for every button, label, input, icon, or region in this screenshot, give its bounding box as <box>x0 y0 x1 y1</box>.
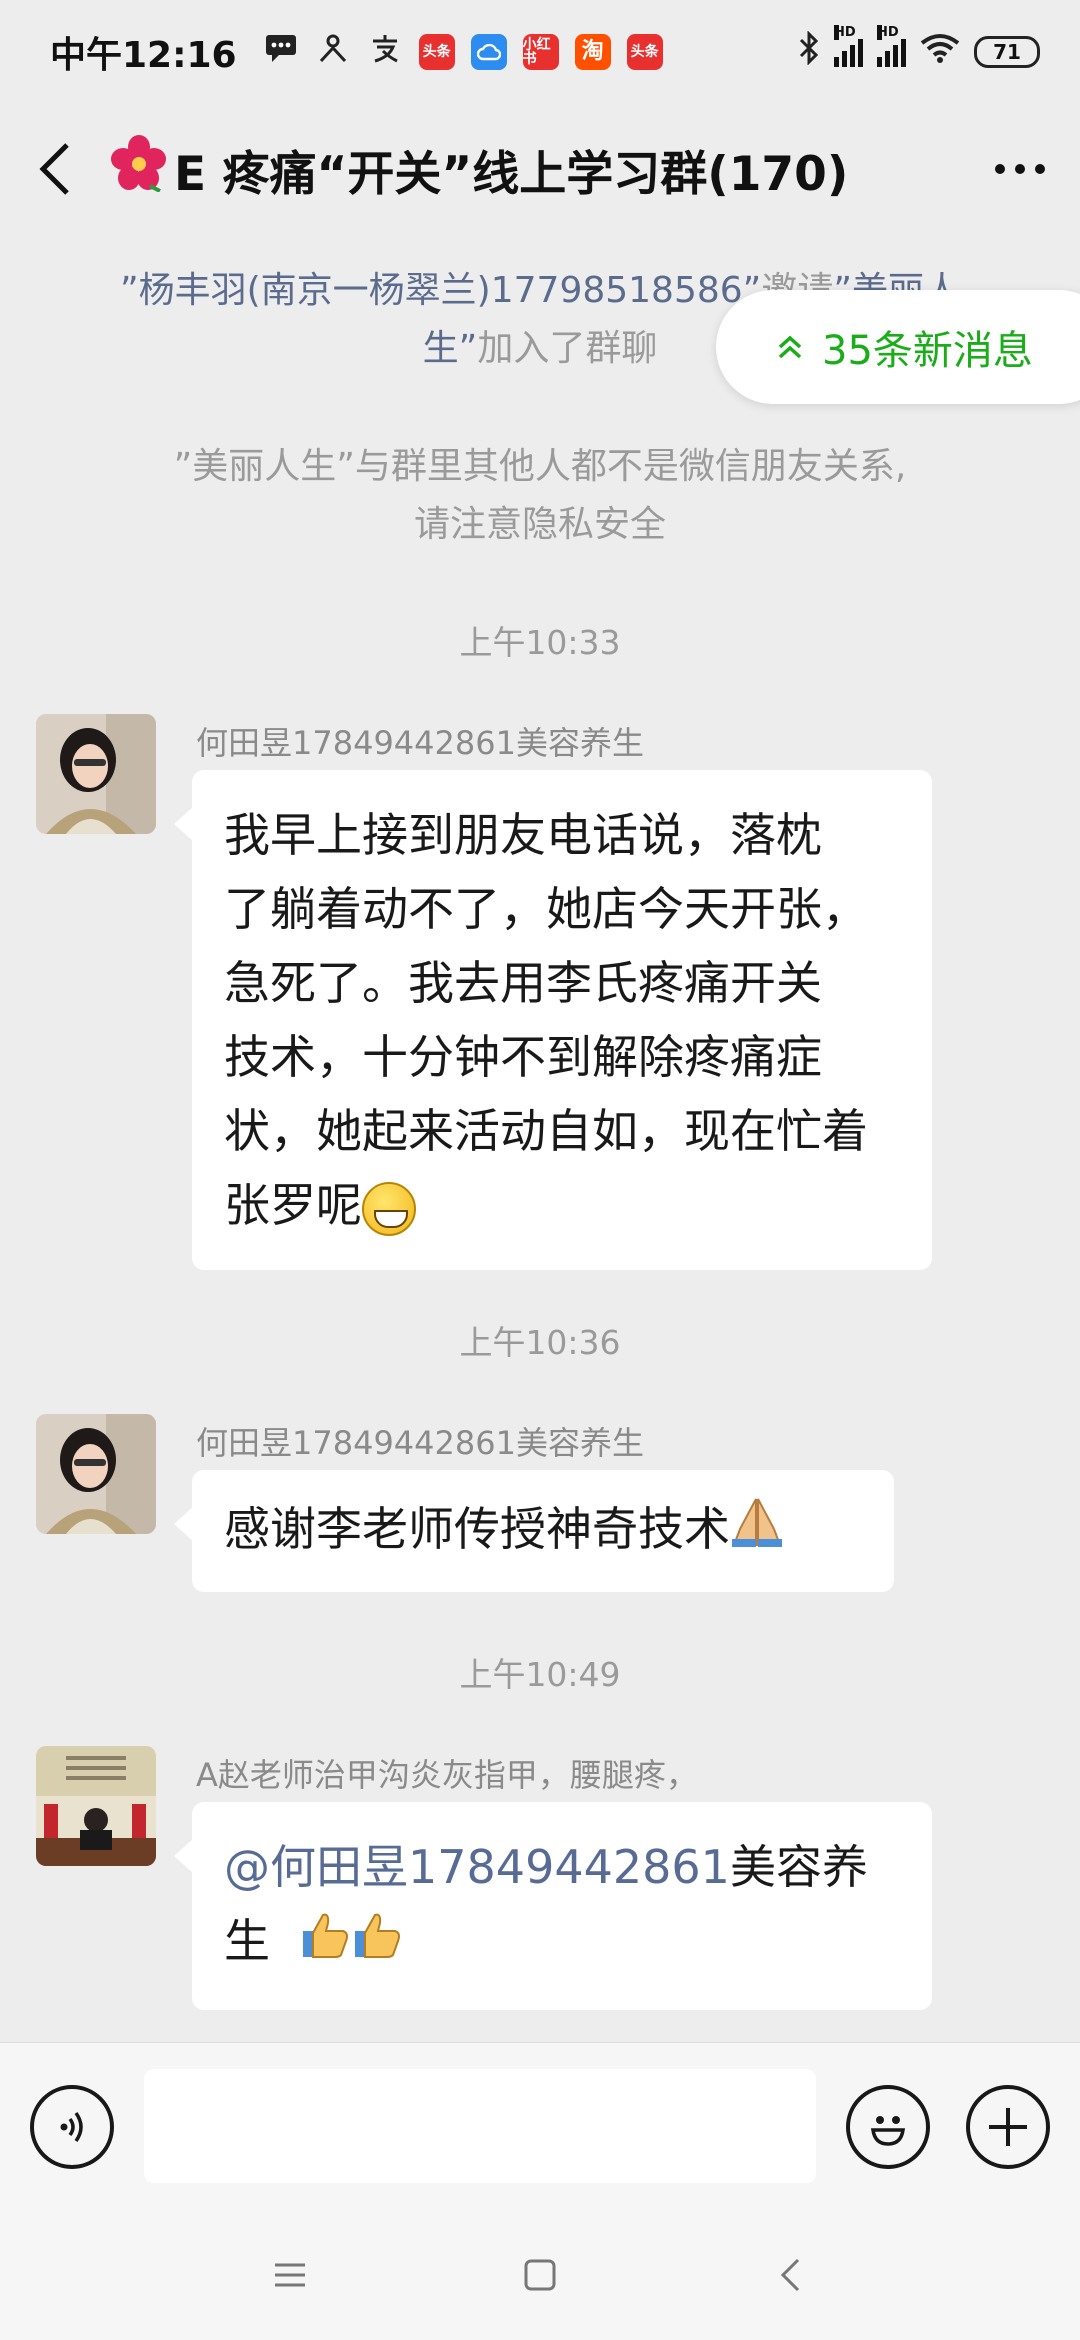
toutiao-badge-icon: 头条 <box>418 34 455 70</box>
nav-back-icon <box>780 2258 800 2292</box>
message-row: 何田昱17849442861美容养生 我早上接到朋友电话说，落枕 了躺着动不了，… <box>36 714 1036 1274</box>
back-button[interactable] <box>0 104 110 234</box>
message-input[interactable] <box>144 2069 816 2183</box>
invite-suffix: 加入了群聊 <box>477 328 658 369</box>
thumbs-up-emoji-icon <box>351 1908 403 1982</box>
message-bubble[interactable]: 感谢李老师传授神奇技术 <box>174 1470 894 1592</box>
message-line: 生 <box>224 1904 900 1982</box>
recent-apps-button[interactable] <box>260 2245 320 2305</box>
nav-back-button[interactable] <box>760 2245 820 2305</box>
message-row: A赵老师治甲沟炎灰指甲，腰腿疼， @何田昱17849442861美容养 生 <box>36 1746 1036 2010</box>
toutiao-badge-2-icon: 头条 <box>626 34 663 70</box>
avatar[interactable] <box>36 714 156 834</box>
input-bar <box>0 2042 1080 2210</box>
inviter-name[interactable]: ”杨丰羽(南京一杨翠兰)17798518586” <box>120 270 761 311</box>
chat-title: E 疼痛“开关”线上学习群(170) <box>110 134 960 204</box>
avatar[interactable] <box>36 1746 156 1866</box>
hibiscus-icon <box>110 134 168 204</box>
privacy-line-1: ”美丽人生”与群里其他人都不是微信朋友关系, <box>173 446 907 487</box>
privacy-notice: ”美丽人生”与群里其他人都不是微信朋友关系, 请注意隐私安全 <box>100 438 980 554</box>
more-functions-button[interactable] <box>966 2085 1050 2169</box>
new-messages-label: 35条新消息 <box>822 328 1033 374</box>
new-messages-button[interactable]: 35条新消息 <box>716 290 1080 404</box>
praying-hands-emoji-icon <box>730 1495 784 1570</box>
signal-1-icon: HD <box>834 25 863 67</box>
more-dot-icon <box>1015 164 1025 174</box>
message-line: 技术，十分钟不到解除疼痛症 <box>224 1030 822 1084</box>
message-icon <box>263 33 299 71</box>
privacy-line-2: 请注意隐私安全 <box>413 504 666 545</box>
message-line: 我早上接到朋友电话说，落枕 <box>224 808 822 862</box>
message-line-last: 张罗呢 <box>224 1168 900 1242</box>
message-text: 张罗呢 <box>224 1178 362 1232</box>
system-nav-bar <box>0 2210 1080 2340</box>
grin-emoji-icon <box>362 1181 416 1236</box>
emoji-button[interactable] <box>846 2085 930 2169</box>
chevron-left-icon <box>39 143 69 195</box>
cloud-badge-icon <box>470 34 507 70</box>
timestamp: 上午10:49 <box>459 1655 621 1694</box>
message-line: 了躺着动不了，她店今天开张， <box>224 882 868 936</box>
message-bubble[interactable]: @何田昱17849442861美容养 生 <box>174 1802 932 2010</box>
taobao-badge-icon: 淘 <box>574 34 611 70</box>
voice-input-button[interactable] <box>30 2085 114 2169</box>
avatar[interactable] <box>36 1414 156 1534</box>
mention-name[interactable]: @何田昱 <box>224 1840 408 1894</box>
message-text: 生 <box>224 1914 270 1968</box>
message-line: @何田昱17849442861美容养 <box>224 1830 900 1904</box>
mention-rest: 美容养 <box>729 1840 868 1894</box>
home-button[interactable] <box>510 2245 570 2305</box>
message-bubble[interactable]: 我早上接到朋友电话说，落枕 了躺着动不了，她店今天开张， 急死了。我去用李氏疼痛… <box>174 770 932 1270</box>
chat-title-text: E 疼痛“开关”线上学习群(170) <box>174 146 849 202</box>
timestamp: 上午10:36 <box>459 1323 621 1362</box>
message-text: 感谢李老师传授神奇技术 <box>224 1502 730 1556</box>
wifi-icon <box>920 32 960 72</box>
more-dot-icon <box>1035 164 1045 174</box>
status-time: 中午12:16 <box>50 35 237 76</box>
plus-icon <box>989 2108 1027 2146</box>
sender-name: 何田昱17849442861美容养生 <box>196 724 644 762</box>
battery-indicator: 71 <box>974 36 1040 68</box>
message-line: 急死了。我去用李氏疼痛开关 <box>224 956 822 1010</box>
double-chevron-up-icon <box>778 335 802 359</box>
more-dot-icon <box>995 164 1005 174</box>
signal-2-icon: HD <box>877 25 906 67</box>
menu-icon <box>275 2263 305 2287</box>
smiley-icon <box>870 2116 906 2146</box>
title-bar: E 疼痛“开关”线上学习群(170) <box>0 104 1080 234</box>
xiaohongshu-badge-icon: 小红书 <box>522 34 559 70</box>
status-bar: 中午12:16 头条 小红书 淘 头条 HD HD 71 <box>0 0 1080 104</box>
more-options-button[interactable] <box>960 104 1080 234</box>
message-row: 何田昱17849442861美容养生 感谢李老师传授神奇技术 <box>36 1414 1036 1604</box>
message-line: 状，她起来活动自如，现在忙着 <box>224 1104 868 1158</box>
home-square-icon <box>524 2259 556 2291</box>
bluetooth-icon <box>798 29 820 74</box>
timestamp: 上午10:33 <box>459 623 621 662</box>
mention-number[interactable]: 17849442861 <box>408 1840 730 1894</box>
alipay-icon <box>367 33 403 71</box>
thumbs-up-emoji-icon <box>299 1908 351 1982</box>
sender-name: A赵老师治甲沟炎灰指甲，腰腿疼， <box>196 1756 698 1794</box>
transfer-icon <box>315 33 351 71</box>
sender-name: 何田昱17849442861美容养生 <box>196 1424 644 1462</box>
voice-icon <box>60 2111 83 2143</box>
